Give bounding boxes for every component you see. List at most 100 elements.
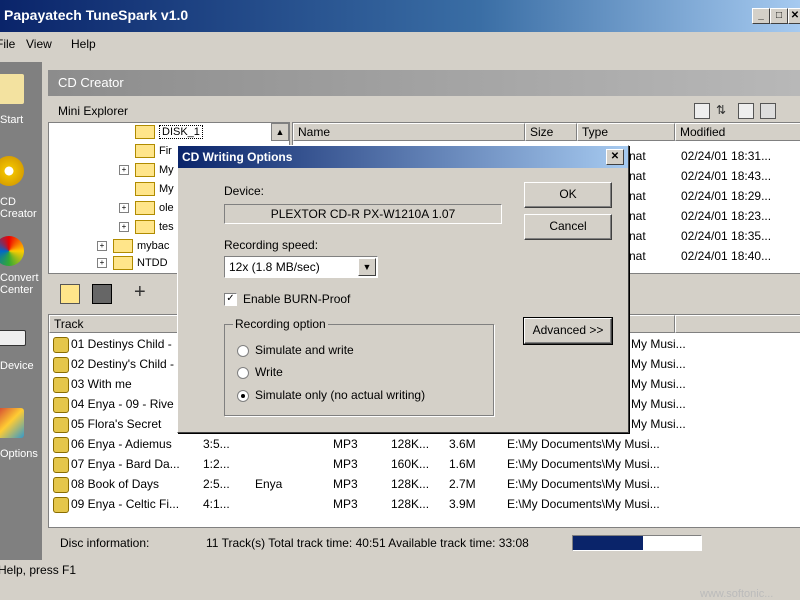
dialog-close-button[interactable]: ✕: [606, 149, 624, 165]
watermark: www.softonic...: [700, 588, 774, 600]
option-simulate-and-write[interactable]: Simulate and write: [237, 343, 354, 357]
window-title-bar[interactable]: Papayatech TuneSpark v1.0 _ □ ✕: [0, 0, 800, 32]
track-time: 4:1...: [203, 497, 230, 511]
column-size[interactable]: Size: [525, 123, 577, 141]
track-path: My Musi...: [631, 357, 686, 371]
save-icon[interactable]: [92, 284, 112, 304]
device-value: PLEXTOR CD-R PX-W1210A 1.07: [224, 204, 502, 224]
sidebar-item-options[interactable]: Options: [0, 400, 42, 480]
file-type: nat: [629, 189, 646, 203]
option-simulate-only[interactable]: Simulate only (no actual writing): [237, 388, 425, 402]
speed-select[interactable]: 12x (1.8 MB/sec) ▼: [224, 256, 378, 278]
tree-item[interactable]: + My: [119, 163, 174, 181]
folder-icon: [135, 201, 155, 215]
column-modified[interactable]: Modified: [675, 123, 800, 141]
folder-icon: [113, 256, 133, 270]
column-name[interactable]: Name: [293, 123, 525, 141]
radio-button[interactable]: [237, 389, 249, 402]
tree-item[interactable]: DISK_1: [135, 124, 203, 143]
minimize-button[interactable]: _: [752, 8, 770, 24]
maximize-button[interactable]: □: [770, 8, 788, 24]
cancel-button[interactable]: Cancel: [524, 214, 612, 240]
mini-explorer-title: Mini Explorer: [58, 104, 129, 118]
column-extra[interactable]: [675, 315, 800, 333]
track-path: E:\My Documents\My Musi...: [507, 477, 660, 491]
menu-view[interactable]: View: [26, 37, 52, 51]
device-label: Device:: [224, 184, 265, 198]
status-bar: Help, press F1 www.softonic...: [0, 560, 800, 600]
advanced-button[interactable]: Advanced >>: [523, 317, 613, 345]
track-fmt: MP3: [333, 497, 358, 511]
disc-info-label: Disc information:: [60, 536, 150, 550]
tree-item[interactable]: + NTDD: [97, 256, 168, 274]
sidebar-item-cd-creator[interactable]: CD Creator: [0, 148, 42, 228]
dialog-title-bar[interactable]: CD Writing Options ✕: [178, 146, 628, 168]
track-size: 3.6M: [449, 437, 476, 451]
view-icon[interactable]: [760, 103, 776, 119]
file-modified: 02/24/01 18:35...: [681, 229, 772, 243]
close-button[interactable]: ✕: [788, 8, 800, 24]
options-icon: [0, 408, 24, 438]
tree-item[interactable]: My: [135, 182, 174, 200]
expand-icon[interactable]: +: [97, 258, 107, 268]
folder-icon: [135, 163, 155, 177]
file-modified: 02/24/01 18:31...: [681, 149, 772, 163]
track-name: 09 Enya - Celtic Fi...: [53, 497, 199, 513]
checkbox-box[interactable]: ✓: [224, 293, 237, 307]
ok-button[interactable]: OK: [524, 182, 612, 208]
expand-icon[interactable]: +: [119, 165, 129, 175]
track-path: My Musi...: [631, 337, 686, 351]
open-folder-icon[interactable]: [60, 284, 80, 304]
sidebar: Start CD Creator Convert Center Device O…: [0, 62, 42, 560]
sidebar-item-device[interactable]: Device: [0, 320, 42, 400]
option-label: Write: [255, 365, 283, 379]
sidebar-item-start[interactable]: Start: [0, 66, 42, 146]
option-write[interactable]: Write: [237, 365, 283, 379]
track-title: 03 With me: [71, 377, 132, 392]
section-header: CD Creator: [48, 70, 800, 96]
track-fmt: MP3: [333, 477, 358, 491]
tree-item[interactable]: Fir: [135, 144, 172, 162]
add-icon[interactable]: +: [134, 282, 152, 302]
radio-button[interactable]: [237, 344, 249, 357]
track-rate: 160K...: [391, 457, 430, 471]
convert-icon: [0, 236, 24, 266]
music-file-icon: [53, 357, 69, 373]
track-size: 3.9M: [449, 497, 476, 511]
expand-icon[interactable]: +: [97, 241, 107, 251]
up-folder-icon[interactable]: [694, 103, 710, 119]
speed-label: Recording speed:: [224, 238, 319, 252]
folder-icon: [113, 239, 133, 253]
refresh-icon[interactable]: ⇅: [716, 103, 730, 117]
tree-item[interactable]: + mybac: [97, 239, 169, 257]
menu-help[interactable]: Help: [71, 37, 96, 51]
track-path: My Musi...: [631, 417, 686, 431]
tree-item[interactable]: + ole: [119, 201, 174, 219]
burnproof-checkbox[interactable]: ✓ Enable BURN-Proof: [224, 292, 350, 307]
column-type[interactable]: Type: [577, 123, 675, 141]
expand-icon[interactable]: +: [119, 203, 129, 213]
expand-icon[interactable]: +: [119, 222, 129, 232]
tree-label: ole: [159, 201, 174, 214]
music-file-icon: [53, 437, 69, 453]
track-fmt: MP3: [333, 437, 358, 451]
new-folder-icon[interactable]: [738, 103, 754, 119]
file-modified: 02/24/01 18:23...: [681, 209, 772, 223]
file-type: nat: [629, 149, 646, 163]
music-file-icon: [53, 337, 69, 353]
tree-label: My: [159, 163, 174, 176]
device-icon: [0, 330, 26, 346]
track-name: 06 Enya - Adiemus: [53, 437, 199, 453]
status-text: Help, press F1: [0, 563, 77, 577]
track-name: 07 Enya - Bard Da...: [53, 457, 199, 473]
menu-file[interactable]: File: [0, 37, 15, 51]
section-title: CD Creator: [58, 75, 124, 90]
sidebar-item-convert-center[interactable]: Convert Center: [0, 228, 42, 308]
chevron-down-icon[interactable]: ▼: [358, 258, 376, 276]
menu-bar: File View Help: [0, 32, 800, 58]
music-file-icon: [53, 457, 69, 473]
radio-button[interactable]: [237, 366, 249, 379]
scroll-up-button[interactable]: ▲: [271, 123, 289, 141]
track-rate: 128K...: [391, 497, 430, 511]
tree-item[interactable]: + tes: [119, 220, 174, 238]
